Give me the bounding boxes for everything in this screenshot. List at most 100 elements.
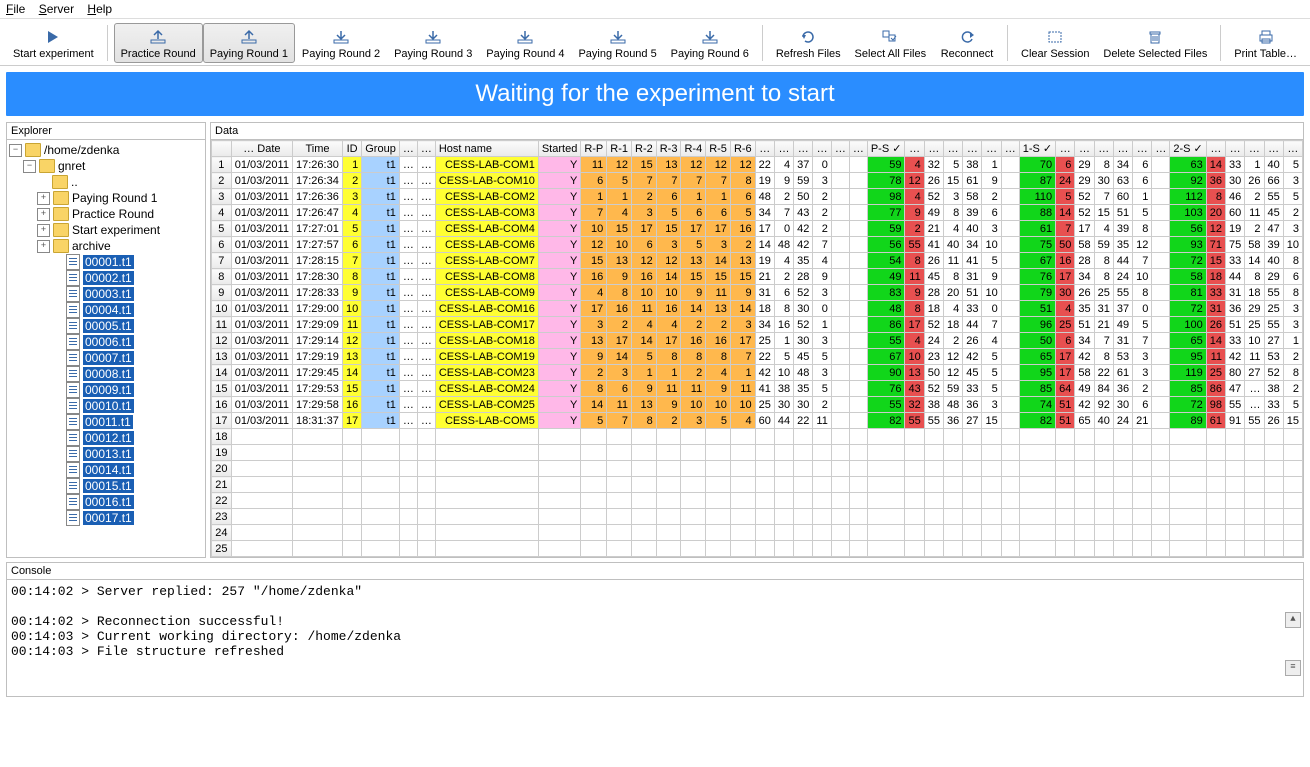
tree-item[interactable]: −gnret xyxy=(9,158,205,174)
col-header[interactable]: … xyxy=(1283,141,1302,157)
col-header[interactable]: … xyxy=(963,141,982,157)
col-header[interactable]: … xyxy=(943,141,962,157)
tree-item[interactable]: 00009.t1 xyxy=(9,382,205,398)
toolbar-start-experiment[interactable]: Start experiment xyxy=(6,23,101,63)
col-header[interactable]: … xyxy=(1133,141,1152,157)
tree-item[interactable]: 00001.t1 xyxy=(9,254,205,270)
table-row[interactable]: 901/03/201117:28:339t1……CESS-LAB-COM9Y48… xyxy=(212,285,1303,301)
table-row[interactable]: 19 xyxy=(212,445,1303,461)
col-header[interactable]: Time xyxy=(293,141,343,157)
tree-item[interactable]: 00016.t1 xyxy=(9,494,205,510)
col-header[interactable]: … xyxy=(1206,141,1225,157)
menu-help[interactable]: Help xyxy=(87,2,112,16)
toolbar-reconnect[interactable]: Reconnect xyxy=(933,23,1001,63)
tree-item[interactable]: +Paying Round 1 xyxy=(9,190,205,206)
col-header[interactable] xyxy=(212,141,232,157)
table-row[interactable]: 20 xyxy=(212,461,1303,477)
col-header[interactable]: … xyxy=(982,141,1001,157)
col-header[interactable]: … xyxy=(924,141,943,157)
table-row[interactable]: 801/03/201117:28:308t1……CESS-LAB-COM8Y16… xyxy=(212,269,1303,285)
col-header[interactable]: R-5 xyxy=(706,141,731,157)
col-header[interactable]: … xyxy=(774,141,793,157)
table-row[interactable]: 18 xyxy=(212,429,1303,445)
tree-item[interactable]: 00011.t1 xyxy=(9,414,205,430)
col-header[interactable]: ID xyxy=(343,141,362,157)
table-row[interactable]: 1501/03/201117:29:5315t1……CESS-LAB-COM24… xyxy=(212,381,1303,397)
table-row[interactable]: 1401/03/201117:29:4514t1……CESS-LAB-COM23… xyxy=(212,365,1303,381)
toolbar-paying-round-5[interactable]: Paying Round 5 xyxy=(571,23,663,63)
tree-item[interactable]: 00002.t1 xyxy=(9,270,205,286)
col-header[interactable]: Host name xyxy=(435,141,538,157)
toolbar-refresh-files[interactable]: Refresh Files xyxy=(769,23,848,63)
tree-item[interactable]: 00013.t1 xyxy=(9,446,205,462)
col-header[interactable]: R-3 xyxy=(656,141,681,157)
toolbar-paying-round-2[interactable]: Paying Round 2 xyxy=(295,23,387,63)
col-header[interactable]: … xyxy=(1001,141,1019,157)
tree-toggle[interactable]: − xyxy=(9,144,22,157)
table-row[interactable]: 22 xyxy=(212,493,1303,509)
table-row[interactable]: 101/03/201117:26:301t1……CESS-LAB-COM1Y11… xyxy=(212,157,1303,173)
console-scroll-lock[interactable]: ≡ xyxy=(1285,660,1301,676)
tree-item[interactable]: 00017.t1 xyxy=(9,510,205,526)
col-header[interactable]: P-S ✓ xyxy=(867,141,905,157)
table-row[interactable]: 24 xyxy=(212,525,1303,541)
col-header[interactable]: R-4 xyxy=(681,141,706,157)
toolbar-select-all-files[interactable]: Select All Files xyxy=(848,23,933,63)
tree-item[interactable]: 00015.t1 xyxy=(9,478,205,494)
col-header[interactable]: … xyxy=(905,141,924,157)
col-header[interactable]: … xyxy=(1075,141,1094,157)
console-body[interactable]: 00:14:02 > Server replied: 257 "/home/zd… xyxy=(7,579,1303,696)
tree-item[interactable]: 00014.t1 xyxy=(9,462,205,478)
tree-toggle[interactable]: + xyxy=(37,224,50,237)
table-row[interactable]: 401/03/201117:26:474t1……CESS-LAB-COM3Y74… xyxy=(212,205,1303,221)
tree-item[interactable]: 00003.t1 xyxy=(9,286,205,302)
col-header[interactable]: R-2 xyxy=(632,141,657,157)
tree-item[interactable]: 00010.t1 xyxy=(9,398,205,414)
toolbar-print-table-[interactable]: Print Table… xyxy=(1227,23,1304,63)
data-grid[interactable]: … DateTimeIDGroup……Host nameStartedR-PR-… xyxy=(211,140,1303,557)
table-row[interactable]: 201/03/201117:26:342t1……CESS-LAB-COM10Y6… xyxy=(212,173,1303,189)
toolbar-clear-session[interactable]: Clear Session xyxy=(1014,23,1096,63)
table-row[interactable]: 501/03/201117:27:015t1……CESS-LAB-COM4Y10… xyxy=(212,221,1303,237)
table-row[interactable]: 1101/03/201117:29:0911t1……CESS-LAB-COM17… xyxy=(212,317,1303,333)
table-row[interactable]: 301/03/201117:26:363t1……CESS-LAB-COM2Y11… xyxy=(212,189,1303,205)
col-header[interactable]: 1-S ✓ xyxy=(1019,141,1055,157)
tree-toggle[interactable]: + xyxy=(37,240,50,253)
col-header[interactable]: … xyxy=(1226,141,1245,157)
col-header[interactable]: … xyxy=(1113,141,1132,157)
tree-item[interactable]: +Practice Round xyxy=(9,206,205,222)
menu-file[interactable]: FFileile xyxy=(6,2,25,16)
table-row[interactable]: 1301/03/201117:29:1913t1……CESS-LAB-COM19… xyxy=(212,349,1303,365)
col-header[interactable]: … xyxy=(417,141,435,157)
table-row[interactable]: 21 xyxy=(212,477,1303,493)
table-row[interactable]: 1601/03/201117:29:5816t1……CESS-LAB-COM25… xyxy=(212,397,1303,413)
tree-item[interactable]: 00006.t1 xyxy=(9,334,205,350)
col-header[interactable]: … xyxy=(755,141,774,157)
toolbar-paying-round-6[interactable]: Paying Round 6 xyxy=(664,23,756,63)
col-header[interactable]: … xyxy=(1264,141,1283,157)
menu-server[interactable]: Server xyxy=(39,2,74,16)
explorer-tree[interactable]: −/home/zdenka−gnret..+Paying Round 1+Pra… xyxy=(7,139,205,557)
col-header[interactable]: R-P xyxy=(581,141,607,157)
tree-toggle[interactable]: + xyxy=(37,192,50,205)
col-header[interactable]: … xyxy=(1245,141,1264,157)
table-row[interactable]: 1201/03/201117:29:1412t1……CESS-LAB-COM18… xyxy=(212,333,1303,349)
table-row[interactable]: 1701/03/201118:31:3717t1……CESS-LAB-COM5Y… xyxy=(212,413,1303,429)
tree-item[interactable]: 00007.t1 xyxy=(9,350,205,366)
tree-item[interactable]: +archive xyxy=(9,238,205,254)
toolbar-practice-round[interactable]: Practice Round xyxy=(114,23,203,63)
col-header[interactable]: … xyxy=(813,141,831,157)
toolbar-paying-round-3[interactable]: Paying Round 3 xyxy=(387,23,479,63)
toolbar-delete-selected-files[interactable]: Delete Selected Files xyxy=(1096,23,1214,63)
table-row[interactable]: 601/03/201117:27:576t1……CESS-LAB-COM6Y12… xyxy=(212,237,1303,253)
tree-item[interactable]: 00012.t1 xyxy=(9,430,205,446)
toolbar-paying-round-4[interactable]: Paying Round 4 xyxy=(479,23,571,63)
table-row[interactable]: 23 xyxy=(212,509,1303,525)
tree-toggle[interactable]: + xyxy=(37,208,50,221)
table-row[interactable]: 1001/03/201117:29:0010t1……CESS-LAB-COM16… xyxy=(212,301,1303,317)
toolbar-paying-round-1[interactable]: Paying Round 1 xyxy=(203,23,295,63)
col-header[interactable]: … xyxy=(1094,141,1113,157)
table-row[interactable]: 701/03/201117:28:157t1……CESS-LAB-COM7Y15… xyxy=(212,253,1303,269)
col-header[interactable]: … Date xyxy=(231,141,292,157)
col-header[interactable]: 2-S ✓ xyxy=(1170,141,1206,157)
